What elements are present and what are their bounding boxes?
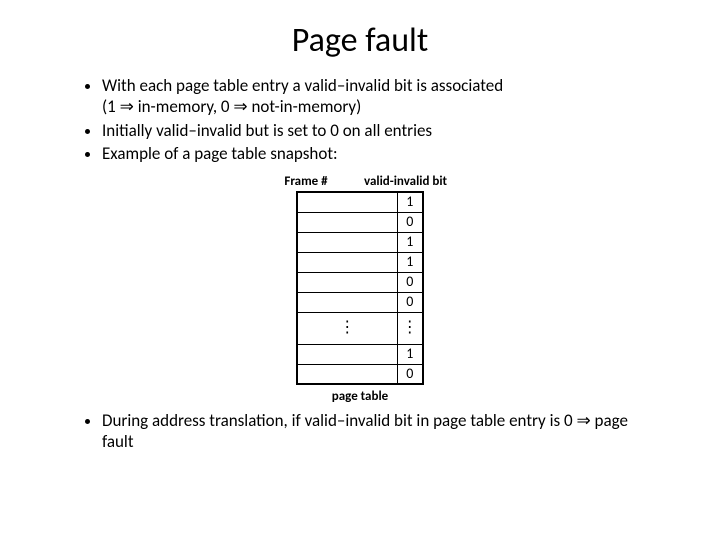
bullet-list-bottom: During address translation, if valid–inv… (60, 410, 660, 453)
frame-cell (297, 232, 397, 252)
frame-cell (297, 252, 397, 272)
page-table-diagram: Frame # valid-invalid bit 101100⋮⋮10 pag… (60, 174, 660, 404)
valid-bit-cell: 1 (397, 232, 423, 252)
page-title: Page fault (60, 20, 660, 61)
valid-bit-cell: 0 (397, 364, 423, 384)
bullet-text: With each page table entry a valid–inval… (102, 75, 503, 96)
frame-cell (297, 272, 397, 292)
bullet-item: During address translation, if valid–inv… (102, 410, 660, 453)
table-row: 1 (297, 252, 423, 272)
implies-icon: ⇒ (576, 410, 590, 431)
table-row: 1 (297, 232, 423, 252)
valid-bit-cell: 1 (397, 252, 423, 272)
bullet-text: not-in-memory) (248, 96, 362, 117)
valid-bit-cell: ⋮ (397, 312, 423, 344)
valid-bit-cell: 0 (397, 272, 423, 292)
bullet-item: With each page table entry a valid–inval… (102, 75, 660, 118)
table-row: 1 (297, 192, 423, 212)
frame-header: Frame # (256, 174, 356, 189)
valid-bit-cell: 0 (397, 212, 423, 232)
valid-header: valid-invalid bit (364, 174, 464, 189)
frame-cell (297, 192, 397, 212)
frame-cell: ⋮ (297, 312, 397, 344)
implies-icon: ⇒ (120, 96, 134, 117)
bullet-text: in-memory, 0 (134, 96, 234, 117)
table-row: 1 (297, 344, 423, 364)
table-row: 0 (297, 292, 423, 312)
bullet-text: During address translation, if valid–inv… (102, 410, 576, 431)
table-row: 0 (297, 212, 423, 232)
bullet-item: Initially valid–invalid but is set to 0 … (102, 120, 660, 141)
implies-icon: ⇒ (233, 96, 247, 117)
table-headers: Frame # valid-invalid bit (256, 174, 464, 189)
table-row: 0 (297, 272, 423, 292)
frame-cell (297, 292, 397, 312)
page-table-caption: page table (332, 389, 388, 404)
bullet-item: Example of a page table snapshot: (102, 143, 660, 164)
table-row: ⋮⋮ (297, 312, 423, 344)
frame-cell (297, 344, 397, 364)
bullet-list-top: With each page table entry a valid–inval… (60, 75, 660, 164)
valid-bit-cell: 1 (397, 344, 423, 364)
valid-bit-cell: 0 (397, 292, 423, 312)
table-row: 0 (297, 364, 423, 384)
valid-bit-cell: 1 (397, 192, 423, 212)
frame-cell (297, 364, 397, 384)
bullet-text: (1 (102, 96, 120, 117)
frame-cell (297, 212, 397, 232)
page-table: 101100⋮⋮10 (296, 191, 424, 385)
